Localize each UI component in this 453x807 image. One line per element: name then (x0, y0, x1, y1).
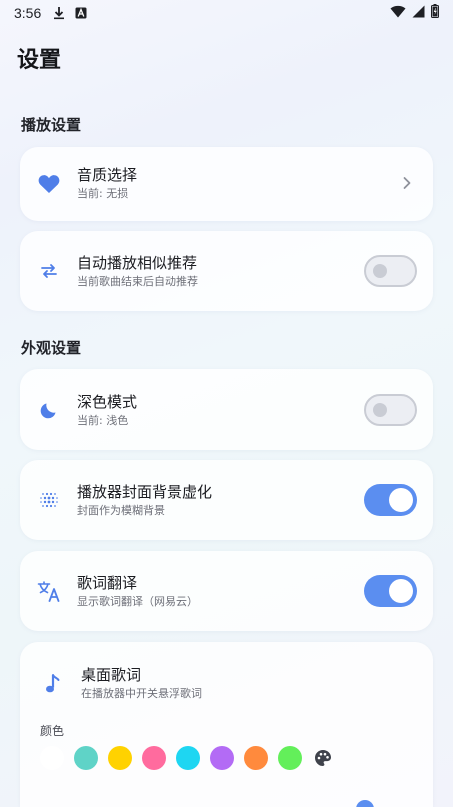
translate-toggle[interactable] (364, 575, 417, 607)
blur-cover-setting-card[interactable]: 播放器封面背景虚化 封面作为模糊背景 (20, 460, 433, 540)
toggle-knob (389, 579, 413, 603)
dark-mode-title: 深色模式 (77, 393, 138, 411)
color-swatch-pink[interactable] (142, 746, 166, 770)
toggle-knob (389, 488, 413, 512)
desktop-lyrics-setting-card[interactable]: 桌面歌词 在播放器中开关悬浮歌词 (20, 642, 433, 807)
translate-icon (37, 579, 61, 603)
blur-dots-icon (37, 488, 61, 512)
heart-icon (37, 172, 61, 196)
autoplay-toggle[interactable] (364, 255, 417, 287)
color-swatches (40, 745, 332, 771)
signal-icon (412, 5, 425, 22)
swap-arrows-icon (37, 259, 61, 283)
autoplay-title: 自动播放相似推荐 (77, 254, 198, 272)
translate-subtitle: 显示歌词翻译（网易云） (77, 595, 198, 608)
status-bar: 3:56 (0, 0, 453, 26)
dark-mode-toggle[interactable] (364, 393, 417, 426)
autoplay-setting-card[interactable]: 自动播放相似推荐 当前歌曲结束后自动推荐 (20, 231, 433, 311)
blur-cover-title: 播放器封面背景虚化 (77, 483, 213, 501)
blur-cover-subtitle: 封面作为模糊背景 (77, 504, 165, 517)
toggle-knob (373, 264, 387, 278)
autoplay-subtitle: 当前歌曲结束后自动推荐 (77, 275, 198, 288)
dark-mode-setting-card[interactable]: 深色模式 当前: 浅色 (20, 369, 433, 450)
download-icon (53, 6, 65, 20)
quality-setting-card[interactable]: 音质选择 当前: 无损 (20, 147, 433, 221)
status-time: 3:56 (14, 5, 42, 21)
desktop-lyrics-subtitle: 在播放器中开关悬浮歌词 (81, 687, 202, 700)
color-swatch-white[interactable] (40, 746, 64, 770)
quality-title: 音质选择 (77, 166, 138, 184)
dark-mode-subtitle: 当前: 浅色 (77, 414, 129, 427)
dark-mode-text: 深色模式 当前: 浅色 (77, 392, 137, 429)
color-swatch-green[interactable] (278, 746, 302, 770)
color-label: 颜色 (40, 724, 65, 738)
section-header-appearance: 外观设置 (21, 339, 82, 357)
page-title: 设置 (17, 48, 62, 73)
blur-cover-toggle[interactable] (364, 484, 417, 516)
section-header-playback: 播放设置 (21, 116, 82, 134)
translate-title: 歌词翻译 (77, 574, 138, 592)
battery-icon (431, 4, 439, 22)
blur-cover-text: 播放器封面背景虚化 封面作为模糊背景 (77, 482, 212, 519)
music-note-icon (41, 672, 65, 696)
color-swatch-teal[interactable] (74, 746, 98, 770)
a-notification-icon (75, 7, 87, 19)
color-swatch-yellow[interactable] (108, 746, 132, 770)
moon-icon (37, 398, 61, 422)
wifi-icon (390, 5, 406, 22)
color-swatch-orange[interactable] (244, 746, 268, 770)
color-swatch-purple[interactable] (210, 746, 234, 770)
quality-text: 音质选择 当前: 无损 (77, 165, 137, 202)
palette-icon[interactable] (314, 749, 332, 767)
autoplay-text: 自动播放相似推荐 当前歌曲结束后自动推荐 (77, 253, 198, 290)
toggle-knob (373, 402, 387, 417)
color-swatch-cyan[interactable] (176, 746, 200, 770)
translate-text: 歌词翻译 显示歌词翻译（网易云） (77, 573, 198, 610)
translate-setting-card[interactable]: 歌词翻译 显示歌词翻译（网易云） (20, 551, 433, 631)
desktop-lyrics-text: 桌面歌词 在播放器中开关悬浮歌词 (81, 665, 202, 702)
desktop-lyrics-title: 桌面歌词 (81, 666, 142, 684)
quality-subtitle: 当前: 无损 (77, 187, 129, 200)
chevron-right-icon (403, 175, 411, 194)
